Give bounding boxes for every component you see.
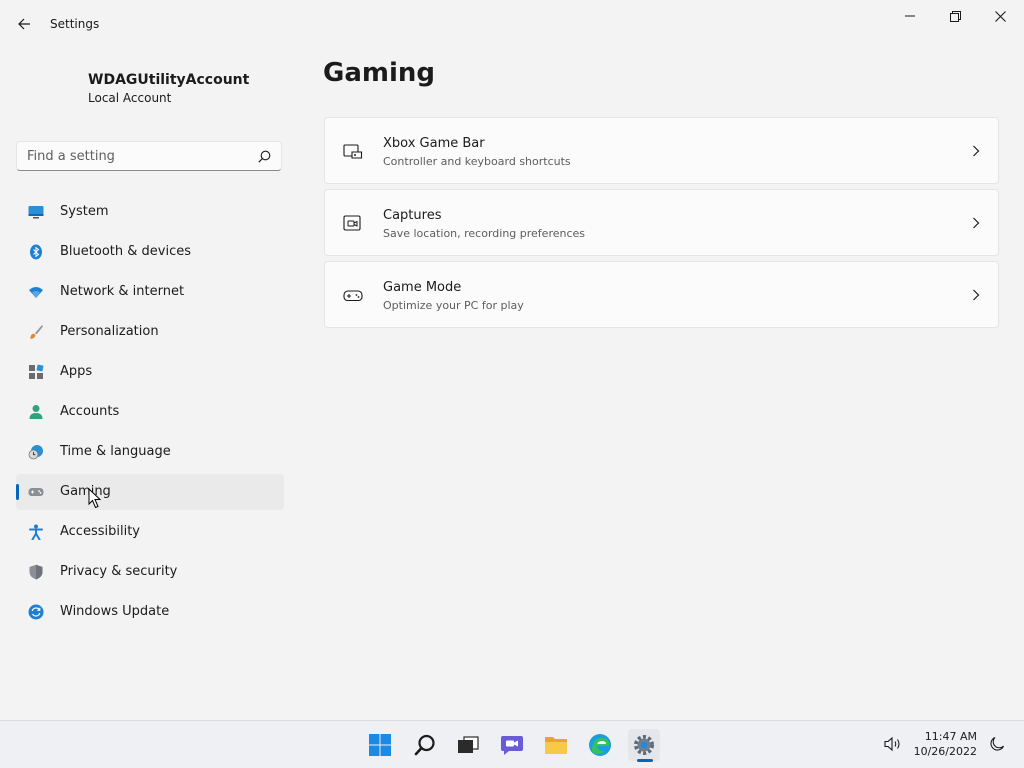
card-game-mode[interactable]: Game Mode Optimize your PC for play [324, 261, 999, 328]
back-button[interactable] [12, 12, 36, 36]
active-app-indicator [637, 759, 653, 762]
sidebar-item-accounts[interactable]: Accounts [16, 394, 284, 430]
chevron-right-icon [973, 289, 980, 301]
account-profile[interactable]: WDAGUtilityAccount Local Account [16, 60, 286, 120]
taskbar-search-button[interactable] [409, 729, 441, 761]
shield-icon [29, 564, 43, 580]
search-box[interactable] [16, 141, 282, 171]
task-view-button[interactable] [452, 729, 484, 761]
clock-date: 10/26/2022 [913, 745, 977, 758]
card-subtitle: Save location, recording preferences [383, 227, 586, 240]
chat-button[interactable] [496, 729, 528, 761]
sidebar-item-label: Apps [60, 364, 93, 379]
sidebar-item-label: Accounts [60, 404, 120, 419]
sidebar-item-privacy-security[interactable]: Privacy & security [16, 554, 284, 590]
gamepad-icon [343, 290, 363, 302]
restore-icon [949, 10, 961, 22]
sidebar-item-gaming[interactable]: Gaming [16, 474, 284, 510]
sidebar-item-label: Bluetooth & devices [60, 244, 191, 259]
start-button[interactable] [364, 729, 396, 761]
card-title: Game Mode [383, 280, 462, 295]
card-title: Xbox Game Bar [383, 136, 485, 151]
accessibility-icon [29, 524, 43, 540]
clock[interactable]: 11:47 AM 10/26/2022 [914, 729, 977, 759]
card-subtitle: Controller and keyboard shortcuts [383, 155, 571, 168]
monitor-icon [28, 206, 44, 219]
search-icon [414, 734, 435, 756]
title-bar: Settings [0, 0, 1024, 48]
sidebar-item-accessibility[interactable]: Accessibility [16, 514, 284, 550]
task-view-icon [458, 736, 479, 753]
mouse-cursor-icon [88, 488, 102, 509]
sidebar-item-label: Privacy & security [60, 564, 178, 579]
game-bar-icon [343, 144, 363, 159]
restore-button[interactable] [932, 0, 978, 32]
start-icon [369, 734, 391, 756]
minimize-icon [905, 15, 915, 17]
search-icon[interactable] [258, 150, 271, 163]
focus-assist-icon[interactable] [989, 736, 1005, 752]
sidebar-item-windows-update[interactable]: Windows Update [16, 594, 284, 630]
update-icon [28, 604, 44, 620]
clock-time: 11:47 AM [924, 730, 977, 743]
settings-icon [634, 735, 654, 755]
sidebar-item-time-language[interactable]: Time & language [16, 434, 284, 470]
close-icon [994, 10, 1006, 22]
volume-icon[interactable] [884, 736, 902, 752]
sidebar-item-label: Accessibility [60, 524, 140, 539]
file-explorer-button[interactable] [540, 729, 572, 761]
close-button[interactable] [977, 0, 1023, 32]
sidebar-item-bluetooth[interactable]: Bluetooth & devices [16, 234, 284, 270]
card-subtitle: Optimize your PC for play [383, 299, 524, 312]
taskbar [0, 720, 1024, 768]
sidebar-item-personalization[interactable]: Personalization [16, 314, 284, 350]
sidebar-item-apps[interactable]: Apps [16, 354, 284, 390]
sidebar-item-label: Gaming [60, 484, 111, 499]
sidebar-item-network[interactable]: Network & internet [16, 274, 284, 310]
minimize-button[interactable] [887, 0, 933, 32]
page-title: Gaming [323, 58, 436, 88]
card-xbox-game-bar[interactable]: Xbox Game Bar Controller and keyboard sh… [324, 117, 999, 184]
wifi-icon [29, 287, 43, 298]
brush-icon [30, 325, 43, 339]
app-title: Settings [50, 17, 100, 31]
apps-icon [29, 364, 44, 379]
clock-globe-icon [28, 445, 43, 460]
gamepad-icon [28, 488, 44, 496]
sidebar-item-label: System [60, 204, 109, 219]
settings-taskbar-button[interactable] [628, 729, 660, 761]
chat-icon [501, 736, 523, 755]
edge-icon [589, 734, 611, 756]
edge-button[interactable] [584, 729, 616, 761]
search-input[interactable] [27, 149, 247, 164]
card-title: Captures [383, 208, 442, 223]
chevron-right-icon [973, 145, 980, 157]
account-type: Local Account [88, 91, 172, 105]
sidebar-item-system[interactable]: System [16, 194, 284, 230]
sidebar-item-label: Personalization [60, 324, 159, 339]
sidebar-nav: System Bluetooth & devices Network & int… [16, 194, 284, 634]
arrow-left-icon [18, 18, 30, 30]
sidebar-item-label: Network & internet [60, 284, 185, 299]
selection-indicator [16, 484, 19, 500]
file-explorer-icon [545, 737, 567, 754]
bluetooth-icon [30, 244, 42, 260]
sidebar-item-label: Windows Update [60, 604, 170, 619]
capture-icon [343, 215, 361, 231]
chevron-right-icon [973, 217, 980, 229]
account-name: WDAGUtilityAccount [88, 72, 250, 88]
card-captures[interactable]: Captures Save location, recording prefer… [324, 189, 999, 256]
sidebar-item-label: Time & language [60, 444, 171, 459]
person-icon [29, 405, 43, 419]
